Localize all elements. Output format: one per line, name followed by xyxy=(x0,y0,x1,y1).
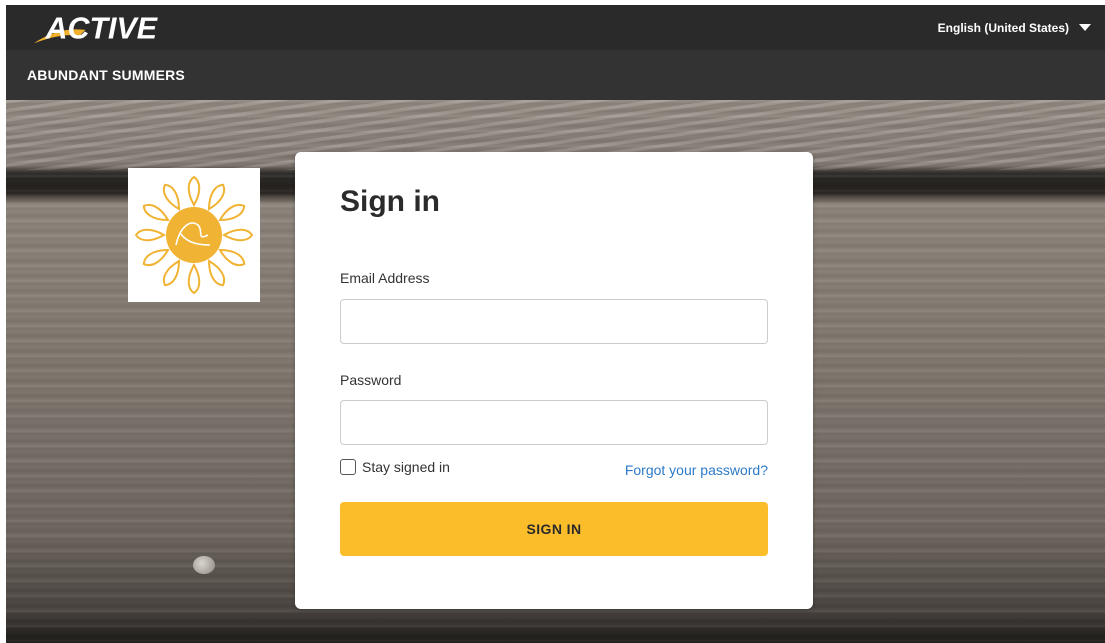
sign-in-card: Sign in Email Address Password Stay sign… xyxy=(295,152,813,609)
organization-name[interactable]: ABUNDANT SUMMERS xyxy=(27,67,185,83)
stay-signed-in-label[interactable]: Stay signed in xyxy=(362,459,450,475)
language-label: English (United States) xyxy=(937,20,1069,35)
background-hero: Sign in Email Address Password Stay sign… xyxy=(6,100,1105,643)
checkbox-icon[interactable] xyxy=(340,459,356,475)
password-field[interactable] xyxy=(340,400,768,445)
language-selector[interactable]: English (United States) xyxy=(938,5,1091,50)
password-label: Password xyxy=(340,372,402,388)
page-title: Sign in xyxy=(340,185,440,218)
sunflower-logo-icon xyxy=(134,175,254,295)
nail-head xyxy=(193,556,215,574)
stay-signed-in-option[interactable]: Stay signed in xyxy=(340,459,450,475)
forgot-password-link[interactable]: Forgot your password? xyxy=(625,462,768,478)
top-bar: ACTIVE English (United States) xyxy=(6,5,1105,50)
organization-logo xyxy=(128,168,260,302)
chevron-down-icon xyxy=(1079,24,1091,31)
sign-in-button[interactable]: SIGN IN xyxy=(340,502,768,556)
email-label: Email Address xyxy=(340,270,430,286)
page-frame: ACTIVE English (United States) ABUNDANT … xyxy=(6,5,1105,643)
organization-bar: ABUNDANT SUMMERS xyxy=(6,50,1105,100)
email-field[interactable] xyxy=(340,299,768,344)
active-logo[interactable]: ACTIVE xyxy=(28,9,198,47)
active-logo-text: ACTIVE xyxy=(45,11,159,45)
